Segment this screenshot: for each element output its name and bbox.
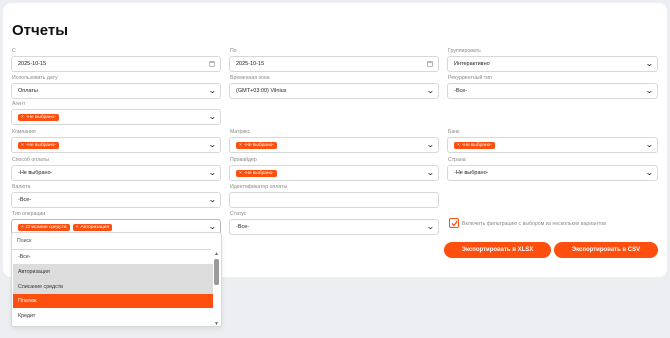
remove-icon: × [21, 142, 24, 148]
multi-filter-checkbox[interactable] [449, 218, 459, 228]
chevron-down-icon: ⌄ [645, 140, 655, 149]
chevron-down-icon: ⌄ [426, 222, 436, 231]
matrix-multiselect[interactable]: × -Не выбрано- ⌄ [229, 137, 439, 153]
date-use-label: Использовать дату [12, 75, 58, 81]
chevron-down-icon: ⌄ [645, 86, 655, 95]
calendar-icon[interactable] [209, 61, 215, 67]
matrix-label: Матрикс [230, 129, 251, 135]
payment-id-label: Идентификатор оплаты [230, 184, 288, 190]
check-icon [451, 220, 458, 227]
provider-label: Провайдер [230, 157, 257, 163]
group-label: Группировать [448, 48, 481, 54]
agent-tag[interactable]: × -Не выбрано- [18, 113, 59, 121]
dropdown-option[interactable]: Платеж [13, 294, 213, 308]
scroll-down-icon[interactable]: ▼ [213, 321, 220, 326]
chevron-down-icon: ⌄ [426, 168, 436, 177]
payment-id-input[interactable] [229, 192, 439, 208]
page-title: Отчеты [12, 22, 69, 39]
dropdown-option[interactable]: Авторизация [13, 264, 213, 279]
to-label: По [230, 48, 237, 54]
operation-type-dropdown: Поиск -Все- Авторизация Списание средств… [11, 232, 222, 327]
chevron-down-icon: ⌄ [208, 222, 218, 231]
chevron-down-icon: ⌄ [208, 195, 218, 204]
from-date-input[interactable]: 2025-10-15 [11, 56, 221, 72]
chevron-down-icon: ⌄ [645, 59, 655, 68]
remove-icon: × [75, 224, 79, 230]
remove-icon: × [21, 224, 24, 230]
operation-type-tag[interactable]: × Авторизация [72, 223, 113, 231]
status-select[interactable]: -Все- ⌄ [229, 219, 439, 235]
dropdown-scrollbar[interactable]: ▲ ▼ [213, 251, 220, 326]
export-csv-button[interactable]: Экспортировать в CSV [554, 242, 658, 258]
company-tag[interactable]: × -Не выбрано- [18, 141, 59, 149]
chevron-down-icon: ⌄ [645, 168, 655, 177]
group-select[interactable]: Интерактивно ⌄ [447, 56, 658, 72]
multi-filter-label: Включить фильтрацию с выбором из несколь… [462, 221, 606, 227]
dropdown-search-input[interactable]: Поиск [17, 238, 31, 244]
agent-label: Агент [12, 101, 26, 107]
recurring-label: Рекуррентный тип [448, 75, 492, 81]
dropdown-option[interactable]: Списание средств [13, 279, 213, 294]
remove-icon: × [457, 142, 460, 148]
chevron-down-icon: ⌄ [426, 140, 436, 149]
to-date-input[interactable]: 2025-10-15 [229, 56, 439, 72]
company-multiselect[interactable]: × -Не выбрано- ⌄ [11, 137, 221, 153]
provider-tag[interactable]: × -Не выбрано- [236, 169, 277, 177]
provider-multiselect[interactable]: × -Не выбрано- ⌄ [229, 165, 439, 181]
payment-method-select[interactable]: -Не выбрано- ⌄ [11, 165, 221, 181]
calendar-icon[interactable] [427, 61, 433, 67]
remove-icon: × [21, 114, 24, 120]
chevron-down-icon: ⌄ [426, 86, 436, 95]
operation-type-tag[interactable]: × Списание средств [18, 223, 70, 231]
chevron-down-icon: ⌄ [208, 86, 218, 95]
remove-icon: × [239, 170, 242, 176]
status-label: Статус [230, 211, 247, 217]
chevron-down-icon: ⌄ [208, 140, 218, 149]
matrix-tag[interactable]: × -Не выбрано- [236, 141, 277, 149]
dropdown-option[interactable]: Кредит [13, 309, 213, 323]
country-select[interactable]: -Не выбрано- ⌄ [447, 165, 658, 181]
scroll-up-icon[interactable]: ▲ [213, 251, 220, 257]
agent-multiselect[interactable]: × -Не выбрано- ⌄ [11, 109, 221, 125]
bank-label: Банк [448, 129, 460, 135]
timezone-select[interactable]: (GMT+03:00) Vilnius ⌄ [229, 83, 439, 99]
bank-multiselect[interactable]: × -Не выбрано- ⌄ [447, 137, 658, 153]
company-label: Компания [12, 129, 36, 135]
remove-icon: × [239, 142, 242, 148]
bank-tag[interactable]: × -Не выбрано- [454, 141, 495, 149]
currency-select[interactable]: -Все- ⌄ [11, 192, 221, 208]
country-label: Страна [448, 157, 466, 163]
chevron-down-icon: ⌄ [208, 112, 218, 121]
chevron-down-icon: ⌄ [208, 168, 218, 177]
currency-label: Валюта [12, 184, 31, 190]
from-label: С [12, 48, 16, 54]
timezone-label: Временная зона [230, 75, 270, 81]
operation-type-label: Тип операции [12, 211, 46, 217]
payment-method-label: Способ оплаты [12, 157, 49, 163]
scrollbar-thumb[interactable] [214, 259, 219, 285]
date-use-select[interactable]: Оплаты ⌄ [11, 83, 221, 99]
export-xlsx-button[interactable]: Экспортировать в XLSX [444, 242, 551, 258]
dropdown-option[interactable]: -Все- [13, 250, 213, 264]
recurring-select[interactable]: -Все- ⌄ [447, 83, 658, 99]
